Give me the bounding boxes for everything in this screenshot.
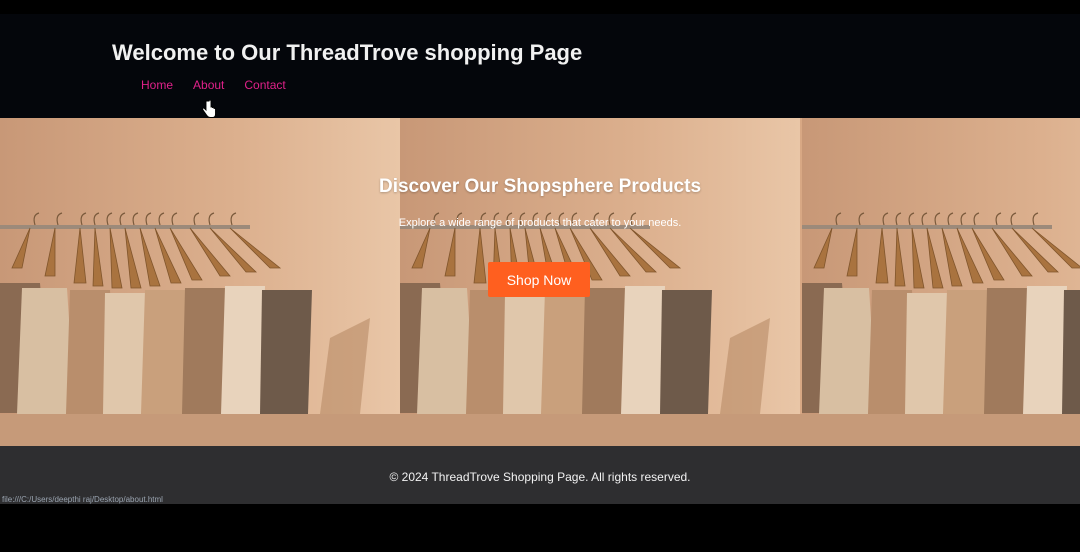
main-nav: Home About Contact	[141, 78, 306, 92]
shop-now-button[interactable]: Shop Now	[488, 262, 590, 297]
footer-copyright: © 2024 ThreadTrove Shopping Page. All ri…	[389, 470, 691, 484]
site-title: Welcome to Our ThreadTrove shopping Page	[112, 40, 583, 65]
nav-link-home[interactable]: Home	[141, 78, 173, 92]
nav-link-about[interactable]: About	[193, 78, 224, 92]
bottom-black-bar	[0, 504, 1080, 552]
site-footer: © 2024 ThreadTrove Shopping Page. All ri…	[0, 446, 1080, 504]
browser-status-url: file:///C:/Users/deepthi raj/Desktop/abo…	[2, 495, 163, 504]
top-black-bar	[0, 0, 1080, 14]
hero-background-image	[400, 118, 802, 414]
hero-background-image	[0, 118, 400, 414]
hero-title: Discover Our Shopsphere Products	[378, 176, 702, 197]
hero-subtitle: Explore a wide range of products that ca…	[398, 217, 682, 229]
hero-bottom-strip	[0, 414, 1080, 446]
hand-pointer-cursor-icon	[202, 100, 216, 118]
hero-banner: Discover Our Shopsphere Products Explore…	[0, 118, 1080, 446]
nav-link-contact[interactable]: Contact	[244, 78, 285, 92]
hero-background-image	[802, 118, 1080, 414]
site-header: Welcome to Our ThreadTrove shopping Page…	[0, 14, 1080, 118]
